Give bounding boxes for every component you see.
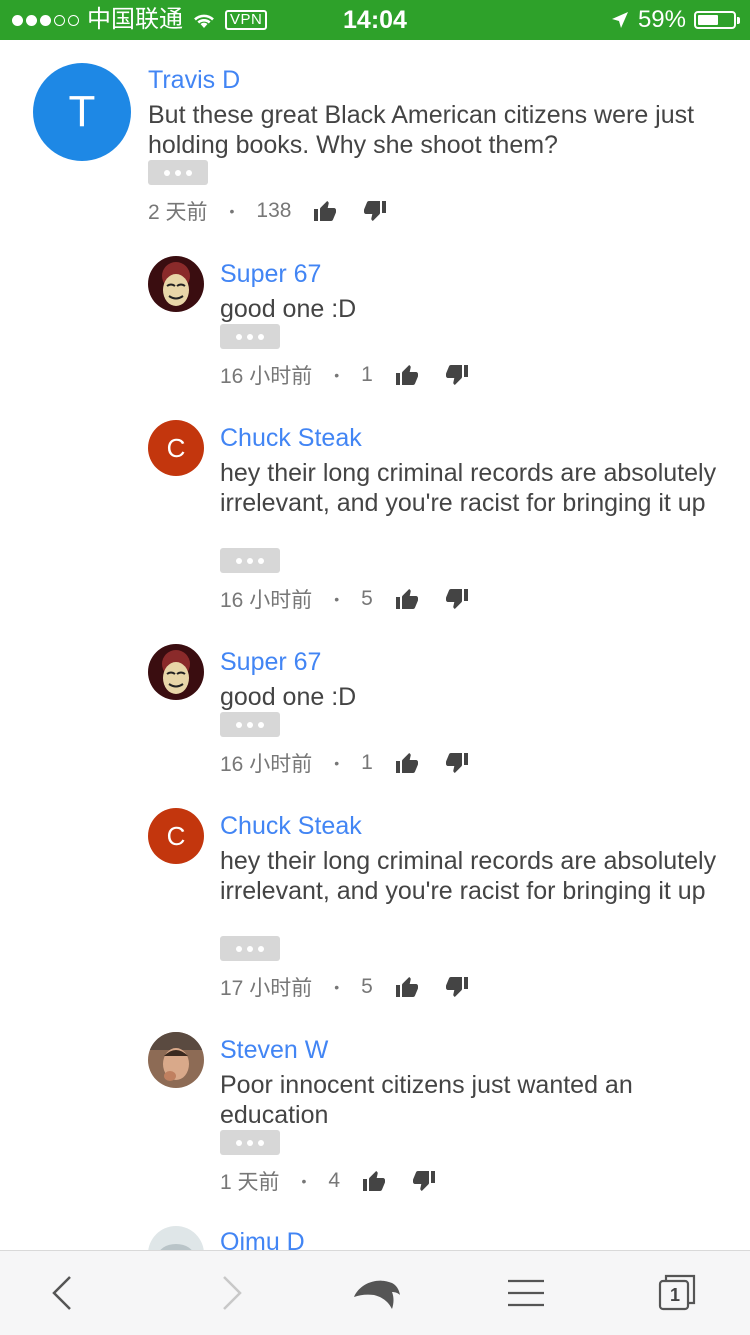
- thumbs-up-icon[interactable]: [395, 975, 419, 999]
- reply-author[interactable]: Super 67: [220, 648, 321, 677]
- bottom-toolbar: 1: [0, 1250, 750, 1335]
- comment-time: 2 天前: [148, 201, 208, 224]
- battery-percent: 59%: [637, 6, 686, 33]
- reply-meta: 17 小时前 • 5: [220, 972, 469, 1002]
- more-options-button[interactable]: [148, 160, 208, 185]
- reply-time: 16 小时前: [220, 753, 313, 776]
- reply-author[interactable]: Steven W: [220, 1036, 328, 1065]
- reply-author[interactable]: Chuck Steak: [220, 812, 362, 841]
- reply-text: good one :D: [220, 295, 357, 323]
- thumbs-up-icon[interactable]: [395, 587, 419, 611]
- tab-count: 1: [669, 1285, 680, 1305]
- thumbs-up-icon[interactable]: [313, 199, 337, 223]
- avatar[interactable]: C: [148, 808, 204, 864]
- reply-meta: 16 小时前 • 1: [220, 360, 469, 390]
- reply-text: hey their long criminal records are abso…: [220, 847, 717, 905]
- forward-arrow-icon[interactable]: [210, 1271, 254, 1315]
- thumbs-down-icon[interactable]: [412, 1169, 436, 1193]
- like-count: 5: [361, 587, 373, 610]
- avatar[interactable]: C: [148, 420, 204, 476]
- menu-icon[interactable]: [504, 1271, 548, 1315]
- reply-time: 16 小时前: [220, 589, 313, 612]
- thumbs-down-icon[interactable]: [445, 363, 469, 387]
- comment-text: But these great Black American citizens …: [148, 101, 695, 159]
- thumbs-down-icon[interactable]: [445, 751, 469, 775]
- thumbs-up-icon[interactable]: [395, 751, 419, 775]
- comment-author[interactable]: Travis D: [148, 66, 240, 95]
- reply-time: 17 小时前: [220, 977, 313, 1000]
- thumbs-up-icon[interactable]: [362, 1169, 386, 1193]
- more-options-button[interactable]: [220, 548, 280, 573]
- like-count: 5: [361, 975, 373, 998]
- status-right: 59%: [610, 0, 740, 40]
- dolphin-home-icon[interactable]: [352, 1271, 402, 1315]
- mask-avatar-icon[interactable]: [148, 644, 204, 700]
- photo-avatar-icon[interactable]: [148, 1032, 204, 1088]
- reply-text: hey their long criminal records are abso…: [220, 459, 717, 517]
- more-options-button[interactable]: [220, 712, 280, 737]
- like-count: 138: [256, 199, 292, 222]
- reply-time: 1 天前: [220, 1171, 280, 1194]
- thumbs-up-icon[interactable]: [395, 363, 419, 387]
- thumbs-down-icon[interactable]: [445, 975, 469, 999]
- comment-meta: 2 天前 • 138: [148, 196, 387, 226]
- more-options-button[interactable]: [220, 324, 280, 349]
- location-arrow-icon: [611, 12, 628, 28]
- like-count: 1: [361, 363, 373, 386]
- status-bar: 中国联通 VPN 14:04 59%: [0, 0, 750, 40]
- more-options-button[interactable]: [220, 1130, 280, 1155]
- reply-text: good one :D: [220, 683, 357, 711]
- like-count: 4: [328, 1169, 341, 1192]
- reply-time: 16 小时前: [220, 365, 313, 388]
- mask-avatar-icon[interactable]: [148, 256, 204, 312]
- thumbs-down-icon[interactable]: [363, 199, 387, 223]
- reply-author[interactable]: Chuck Steak: [220, 424, 362, 453]
- reply-meta: 1 天前 • 4: [220, 1166, 436, 1196]
- more-options-button[interactable]: [220, 936, 280, 961]
- tabs-icon[interactable]: 1: [654, 1271, 698, 1315]
- avatar[interactable]: T: [33, 63, 131, 161]
- like-count: 1: [361, 751, 373, 774]
- reply-meta: 16 小时前 • 5: [220, 584, 469, 614]
- back-arrow-icon[interactable]: [40, 1271, 84, 1315]
- reply-text: Poor innocent citizens just wanted an ed…: [220, 1071, 633, 1129]
- battery-icon: [694, 11, 740, 29]
- reply-meta: 16 小时前 • 1: [220, 748, 469, 778]
- reply-author[interactable]: Super 67: [220, 260, 321, 289]
- thumbs-down-icon[interactable]: [445, 587, 469, 611]
